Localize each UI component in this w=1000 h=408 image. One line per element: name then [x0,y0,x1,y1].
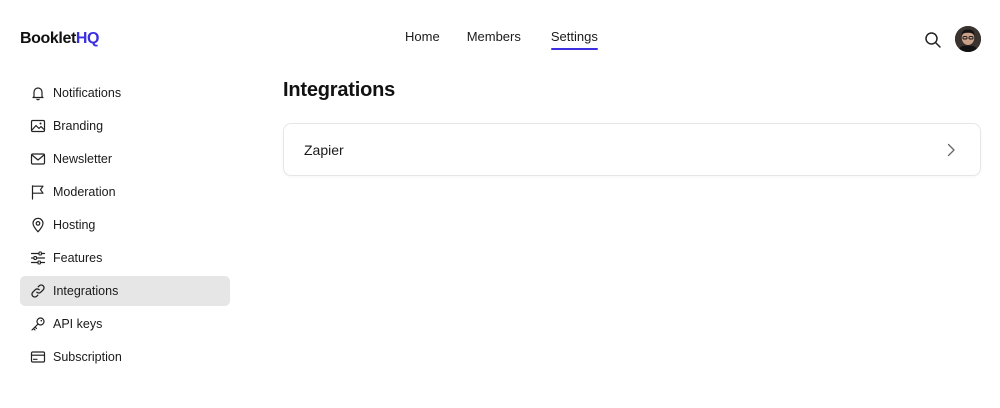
integration-row-zapier[interactable]: Zapier [283,123,981,176]
credit-card-icon [30,349,46,365]
sidebar-item-label: API keys [53,317,103,331]
app-logo[interactable]: BookletHQ [20,30,99,48]
integration-label: Zapier [304,141,344,158]
sidebar-item-subscription[interactable]: Subscription [20,342,230,372]
sidebar-item-features[interactable]: Features [20,243,230,273]
logo-accent-text: HQ [75,30,100,47]
sidebar-item-moderation[interactable]: Moderation [20,177,230,207]
nav-home[interactable]: Home [405,29,440,50]
sidebar-item-label: Branding [53,119,104,133]
chevron-right-icon [944,142,958,158]
sidebar-item-api-keys[interactable]: API keys [20,309,230,339]
search-icon[interactable] [924,31,942,49]
logo-text: Booklet [20,30,76,47]
link-icon [30,283,46,299]
settings-sidebar: Notifications Branding Newsletter Modera… [20,78,230,375]
nav-settings[interactable]: Settings [550,29,598,50]
sidebar-item-newsletter[interactable]: Newsletter [20,144,230,174]
sidebar-item-hosting[interactable]: Hosting [20,210,230,240]
sidebar-item-integrations[interactable]: Integrations [20,276,230,306]
bell-icon [30,85,46,101]
top-bar: BookletHQ Home Members Settings [0,0,1000,78]
mail-icon [30,151,46,167]
sidebar-item-notifications[interactable]: Notifications [20,78,230,108]
flag-icon [30,184,46,200]
sidebar-item-label: Newsletter [53,152,113,166]
sidebar-item-label: Hosting [53,218,96,232]
image-icon [30,118,46,134]
sidebar-item-label: Subscription [53,350,122,364]
location-pin-icon [30,217,46,233]
sidebar-item-label: Features [53,251,103,265]
nav-members[interactable]: Members [467,29,521,50]
sidebar-item-branding[interactable]: Branding [20,111,230,141]
user-avatar[interactable] [955,26,981,52]
sidebar-item-label: Notifications [53,86,122,100]
main-nav: Home Members Settings [405,29,598,50]
sliders-icon [30,250,46,266]
sidebar-item-label: Integrations [53,284,119,298]
key-icon [30,316,46,332]
sidebar-item-label: Moderation [53,185,116,199]
page-title: Integrations [283,79,396,101]
